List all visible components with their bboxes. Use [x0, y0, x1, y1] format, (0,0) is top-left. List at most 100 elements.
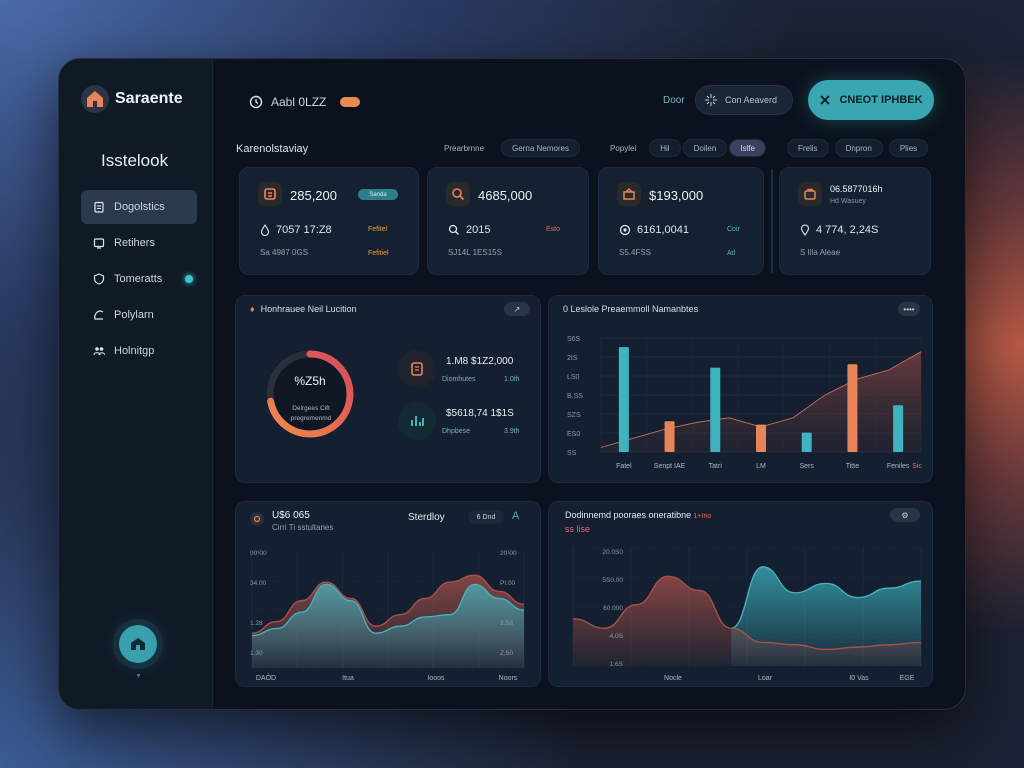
- stat-tag: Esto: [546, 226, 561, 233]
- shield-icon: [93, 273, 105, 285]
- sidebar-item-label: Polylarn: [114, 309, 154, 321]
- mini-tag: 3.9th: [504, 428, 520, 435]
- stat-card[interactable]: $193,000 6161,0041 Coir S5.4FSS Atl: [598, 167, 764, 275]
- monitor-icon: [93, 238, 105, 249]
- bar: [618, 347, 629, 452]
- cta-button[interactable]: CNEOT IPHBEK: [808, 80, 934, 120]
- target-icon: [619, 224, 631, 236]
- divider: [771, 169, 773, 273]
- bar: [756, 424, 766, 452]
- sidebar-item-label: Retihers: [114, 237, 155, 249]
- filter-chip[interactable]: Plies: [888, 139, 929, 157]
- filter-chip[interactable]: Hil: [649, 139, 681, 157]
- stat-sub: S5.4FSS: [619, 248, 652, 257]
- stat-sub: Sa 4987 0GS: [260, 248, 309, 257]
- y-tick-label: 5S0.00: [602, 577, 623, 584]
- flame-icon: ♦: [250, 304, 255, 314]
- x-tick-label: Noors: [499, 675, 518, 682]
- sidebar: Saraente Isstelook Dogolstics Retihers T…: [59, 59, 213, 709]
- y-tick-label: 3.S8: [500, 620, 514, 627]
- gauge-panel: ♦ Honhrauee Neil Lucition %Z5h Delrgees …: [235, 295, 541, 483]
- sidebar-item-label: Holnitgp: [114, 345, 155, 357]
- line-chart-panel-right: Dodinnemd pooraes oneratibne 1+Ino ss li…: [548, 501, 933, 687]
- x-tick-label: Loar: [758, 675, 773, 682]
- bar-chart-panel: 0 Leslole Preaemmoll Namanbtes •••• S6S 2…: [548, 295, 933, 483]
- filter-chip[interactable]: Islfe: [729, 139, 766, 157]
- stat-value: 4685,000: [478, 188, 533, 203]
- stat-card[interactable]: 06.5877016h Hd Wasuey 4 774, 2,24S S Ill…: [779, 167, 931, 275]
- mini-value: 1.M8 $1Z2,000: [446, 356, 514, 367]
- y-tick-label: 4.0S: [610, 633, 624, 640]
- mini-label: Dhpbese: [442, 428, 471, 435]
- house-logo-icon: [81, 85, 109, 113]
- filter-group-b: Popylei Hil Doilen Islfe: [599, 139, 766, 157]
- drop-icon: [260, 224, 270, 236]
- search-small-icon: [448, 224, 459, 235]
- search-input[interactable]: Con Aeaverd: [695, 85, 793, 115]
- y-tick-label: 20.0S0: [602, 549, 623, 556]
- clock: Aabl 0LZZ: [249, 95, 361, 109]
- x-tick-label: LM: [756, 463, 766, 470]
- brand[interactable]: Saraente: [81, 85, 183, 113]
- y-tick-label: 2IS: [567, 355, 578, 362]
- top-label[interactable]: Door: [663, 95, 685, 106]
- filter-chip[interactable]: Doilen: [682, 139, 728, 157]
- app-window: Saraente Isstelook Dogolstics Retihers T…: [58, 58, 966, 710]
- filter-chip[interactable]: Dnpron: [834, 139, 883, 157]
- y-tick-label: 60.000: [603, 605, 623, 612]
- briefcase-icon: [798, 182, 822, 206]
- filter-chip[interactable]: Gerna Nemores: [501, 139, 580, 157]
- filter-chip[interactable]: Prearbrnne: [433, 139, 495, 157]
- sidebar-item-holnitgp[interactable]: Holnitgp: [81, 334, 197, 368]
- filter-chip[interactable]: Popylei: [599, 139, 647, 157]
- x-tick-label: DAÔD: [256, 673, 276, 682]
- y-tick-label: Z,50: [500, 650, 513, 657]
- sidebar-item-tomeratts[interactable]: Tomeratts: [81, 262, 197, 296]
- sidebar-title: Isstelook: [101, 151, 169, 170]
- stat-row-text: 2015: [466, 224, 491, 236]
- people-icon: [93, 347, 105, 356]
- panel-menu-button[interactable]: ↗: [504, 302, 530, 316]
- stat-value: $193,000: [649, 188, 704, 203]
- stat-card[interactable]: 285,200 Sanda 7057 17:Z8 Fefitel Sa 4987…: [239, 167, 419, 275]
- stat-tag: Fefitel: [368, 226, 388, 233]
- stat-card[interactable]: 4685,000 2015 Esto SJ14L 1ES15S: [427, 167, 589, 275]
- bar: [801, 432, 812, 452]
- stat-row-text: 7057 17:Z8: [276, 224, 332, 236]
- stat-sub: S Illa Aleae: [800, 248, 841, 257]
- filter-chip[interactable]: Frelis: [787, 139, 829, 157]
- chevron-down-icon: ▼: [135, 673, 142, 680]
- area-chart-right: 20.0S0 5S0.00 60.000 4.0S 1.6S Nocle Loar I0 Va…: [572, 547, 922, 682]
- bar-chart: S6S 2IS LS0 B.SS SZS ES0 SS Fatel Senpt IAE Tatri…: [567, 336, 922, 470]
- filter-group-c: Frelis Dnpron Plies: [787, 139, 929, 157]
- panel-title: ♦ Honhrauee Neil Lucition: [250, 304, 357, 314]
- gauge-chart: [266, 350, 354, 438]
- x-tick-label: Iooos: [427, 675, 445, 682]
- gauge-value: %Z5h: [294, 374, 326, 388]
- pin-icon: [800, 224, 810, 236]
- stat-row-text: 4 774, 2,24S: [816, 224, 879, 236]
- y-tick-label: B.SS: [567, 393, 583, 400]
- cta-label: CNEOT IPHBEK: [839, 94, 923, 106]
- home-button[interactable]: [119, 625, 157, 663]
- area-chart-left: 00¹00 34.00 1.28 1.30 20¹00 PI.00 3.S8 Z,50 DAÔD…: [250, 550, 525, 682]
- sidebar-item-dogolstics[interactable]: Dogolstics: [81, 190, 197, 224]
- stat-row-text: 6161,0041: [637, 224, 689, 236]
- x-tick-label: Senpt IAE: [654, 463, 686, 470]
- section-title: Karenolstaviay: [236, 143, 309, 155]
- status-badge: Sanda: [358, 189, 398, 200]
- sidebar-item-retihers[interactable]: Retihers: [81, 226, 197, 260]
- notification-dot: [185, 275, 193, 283]
- clock-icon: [249, 95, 263, 109]
- tools-icon: [820, 95, 831, 105]
- gauge-caption: Delrgees Cift pregremenmd: [290, 405, 332, 422]
- y-tick-label: PI.00: [500, 580, 516, 587]
- y-tick-label: ES0: [567, 431, 580, 438]
- mini-value: $5618,74 1$1S: [446, 408, 514, 419]
- sidebar-item-polylarn[interactable]: Polylarn: [81, 298, 197, 332]
- sparkle-icon: [705, 94, 717, 106]
- clipboard-icon: [94, 201, 104, 213]
- mini-label: Diomhutes: [442, 376, 476, 383]
- y-tick-label: 34.00: [250, 580, 267, 587]
- search-text: Con Aeaverd: [725, 95, 778, 105]
